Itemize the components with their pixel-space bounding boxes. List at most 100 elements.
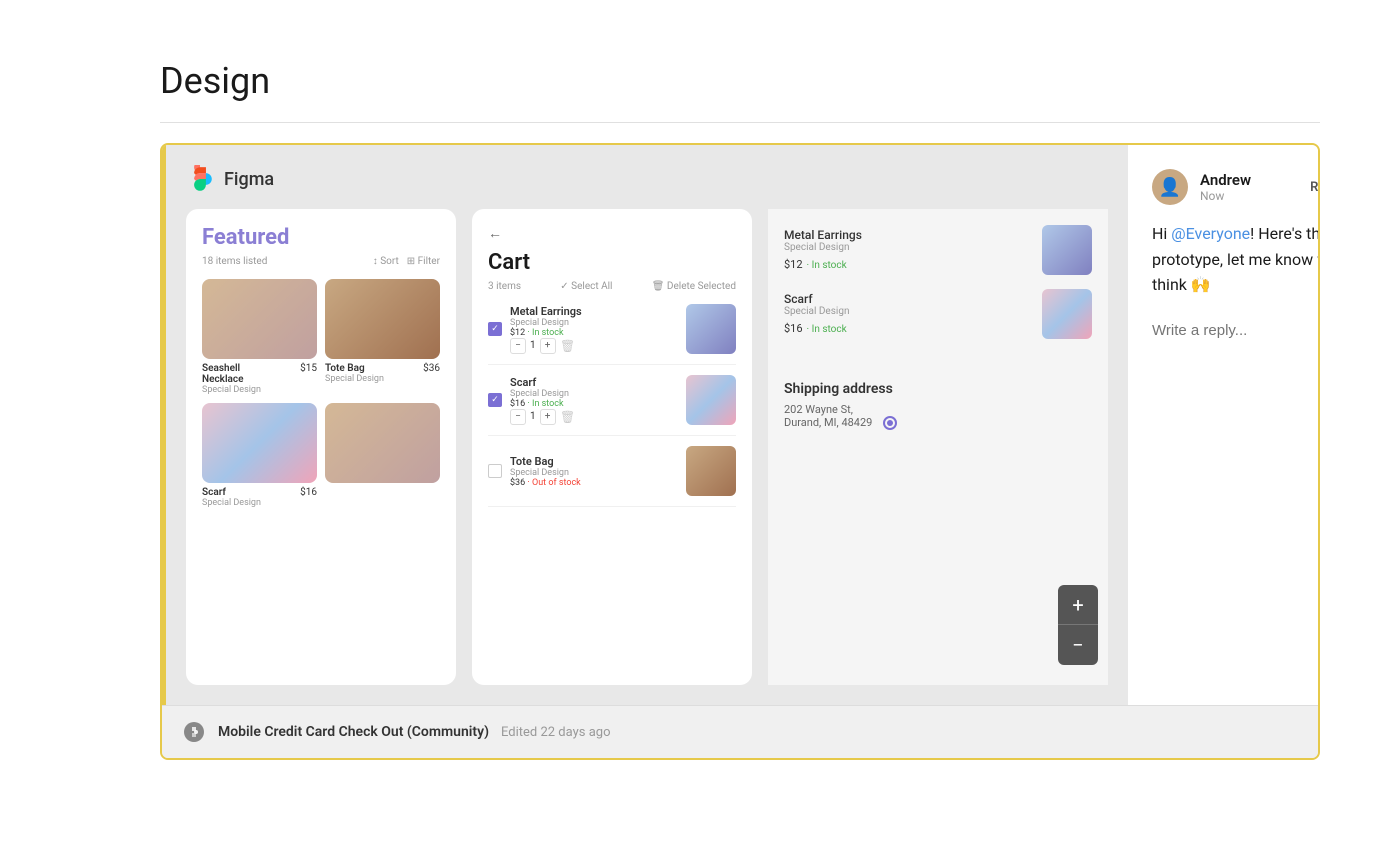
cart-item-sub: Special Design [510, 468, 678, 478]
cart-item-name: Scarf [510, 376, 678, 389]
sort-label[interactable]: ↕ Sort [373, 256, 399, 267]
delete-item-icon[interactable]: 🗑 [560, 338, 576, 354]
product-row: SeashellNecklace $15 [202, 363, 317, 385]
delete-item-icon[interactable]: 🗑 [560, 409, 576, 425]
ext-item: Metal Earrings Special Design $12 · In s… [784, 225, 1092, 275]
product-sub: Special Design [325, 374, 440, 384]
radio-dot[interactable] [883, 416, 897, 430]
extended-panel: Metal Earrings Special Design $12 · In s… [768, 209, 1108, 685]
qty-increase[interactable]: + [540, 409, 556, 425]
cart-item-image [686, 375, 736, 425]
shipping-address: 202 Wayne St, Durand, MI, 48429 [784, 403, 1092, 430]
cart-meta: 3 items ✓ Select All 🗑 Delete Selected [488, 281, 736, 292]
footer-figma-icon [182, 720, 206, 744]
cart-items-count: 3 items [488, 281, 521, 292]
cart-item: Tote Bag Special Design $36 · Out of sto… [488, 446, 736, 507]
main-card: Figma Featured 18 items listed ↕ Sort ⊞ … [160, 143, 1320, 760]
ext-in-stock: · In stock [807, 260, 847, 271]
cart-item-price: $36 [510, 478, 525, 488]
out-of-stock-badge: · Out of stock [527, 478, 580, 488]
product-price: $16 [300, 487, 317, 498]
zoom-out-button[interactable]: − [1058, 625, 1098, 665]
product-name: SeashellNecklace [202, 363, 244, 385]
product-card[interactable]: Tote Bag $36 Special Design [325, 279, 440, 395]
ext-item: Scarf Special Design $16 · In stock [784, 289, 1092, 339]
cart-item-sub: Special Design [510, 318, 678, 328]
figma-title: Figma [224, 169, 274, 190]
ext-item-image [1042, 289, 1092, 339]
comment-meta: Andrew Now [1200, 171, 1298, 203]
comment-mention[interactable]: @Everyone [1171, 224, 1250, 243]
comment-actions: RESOLVE ⋮ [1310, 177, 1320, 198]
cart-back-icon[interactable]: ← [488, 225, 736, 242]
cart-checkbox-empty[interactable] [488, 464, 502, 478]
ext-item-price-row: $16 · In stock [784, 317, 1034, 336]
in-stock-badge: · In stock [527, 328, 563, 338]
card-body: Figma Featured 18 items listed ↕ Sort ⊞ … [162, 145, 1318, 705]
cart-item-name: Metal Earrings [510, 305, 678, 318]
cart-item-qty: − 1 + 🗑 [510, 338, 678, 354]
featured-title: Featured [202, 225, 440, 250]
filter-label[interactable]: ⊞ Filter [407, 256, 440, 267]
card-footer: Mobile Credit Card Check Out (Community)… [162, 705, 1318, 758]
ext-item-info: Metal Earrings Special Design $12 · In s… [784, 228, 1034, 272]
zoom-in-button[interactable]: + [1058, 585, 1098, 625]
screen-cart: ← Cart 3 items ✓ Select All 🗑 Delete Sel… [472, 209, 752, 685]
cart-item-image [686, 446, 736, 496]
qty-decrease[interactable]: − [510, 409, 526, 425]
product-card[interactable] [325, 403, 440, 508]
zoom-controls: + − [1058, 585, 1098, 665]
qty-increase[interactable]: + [540, 338, 556, 354]
qty-value: 1 [530, 340, 536, 351]
cart-item-image [686, 304, 736, 354]
cart-item-info: Metal Earrings Special Design $12 · In s… [510, 305, 678, 354]
avatar: 👤 [1152, 169, 1188, 205]
resolve-button[interactable]: RESOLVE [1310, 180, 1320, 195]
ext-in-stock: · In stock [807, 324, 847, 335]
qty-decrease[interactable]: − [510, 338, 526, 354]
radio-inner [887, 420, 893, 426]
product-image [325, 403, 440, 483]
shipping-line1: 202 Wayne St, [784, 403, 853, 416]
cart-item-status: $12 · In stock [510, 328, 678, 338]
figma-screens: Featured 18 items listed ↕ Sort ⊞ Filter [186, 209, 1108, 685]
product-sub: Special Design [202, 498, 317, 508]
in-stock-badge: · In stock [527, 399, 563, 409]
cart-item: ✓ Scarf Special Design $16 · In stock [488, 375, 736, 436]
title-divider [160, 122, 1320, 123]
footer-filename: Mobile Credit Card Check Out (Community) [218, 724, 489, 740]
cart-checkbox[interactable]: ✓ [488, 322, 502, 336]
check-icon: ✓ [491, 395, 499, 405]
reply-input[interactable] [1152, 322, 1320, 339]
featured-meta: 18 items listed ↕ Sort ⊞ Filter [202, 256, 440, 267]
comment-reply-area: REPLY [1152, 322, 1320, 339]
product-card[interactable]: Scarf $16 Special Design [202, 403, 317, 508]
screen-featured: Featured 18 items listed ↕ Sort ⊞ Filter [186, 209, 456, 685]
cart-select-all[interactable]: ✓ Select All [560, 281, 612, 292]
cart-item-name: Tote Bag [510, 455, 678, 468]
ext-item-price: $12 [784, 258, 803, 271]
featured-meta-actions: ↕ Sort ⊞ Filter [373, 256, 440, 267]
cart-delete-selected[interactable]: 🗑 Delete Selected [652, 281, 736, 292]
product-card[interactable]: SeashellNecklace $15 Special Design [202, 279, 317, 395]
cart-item-info: Scarf Special Design $16 · In stock − 1 … [510, 376, 678, 425]
cart-title: Cart [488, 250, 736, 275]
cart-item-price: $12 [510, 328, 525, 338]
product-name: Scarf [202, 487, 226, 498]
comment-time: Now [1200, 189, 1298, 203]
comment-body: Hi @Everyone! Here's the prototype, let … [1152, 221, 1320, 298]
product-grid: SeashellNecklace $15 Special Design Tote… [202, 279, 440, 508]
cart-checkbox[interactable]: ✓ [488, 393, 502, 407]
cart-item-price: $16 [510, 399, 525, 409]
ext-items: Metal Earrings Special Design $12 · In s… [768, 209, 1108, 369]
footer-edited: Edited 22 days ago [501, 725, 610, 740]
ext-item-name: Scarf [784, 292, 1034, 306]
product-image [202, 279, 317, 359]
comment-author: Andrew [1200, 171, 1298, 189]
ext-item-sub: Special Design [784, 242, 1034, 253]
cart-item: ✓ Metal Earrings Special Design $12 · In… [488, 304, 736, 365]
ext-item-image [1042, 225, 1092, 275]
comment-prefix: Hi [1152, 224, 1171, 243]
items-count: 18 items listed [202, 256, 267, 267]
cart-item-status: $16 · In stock [510, 399, 678, 409]
